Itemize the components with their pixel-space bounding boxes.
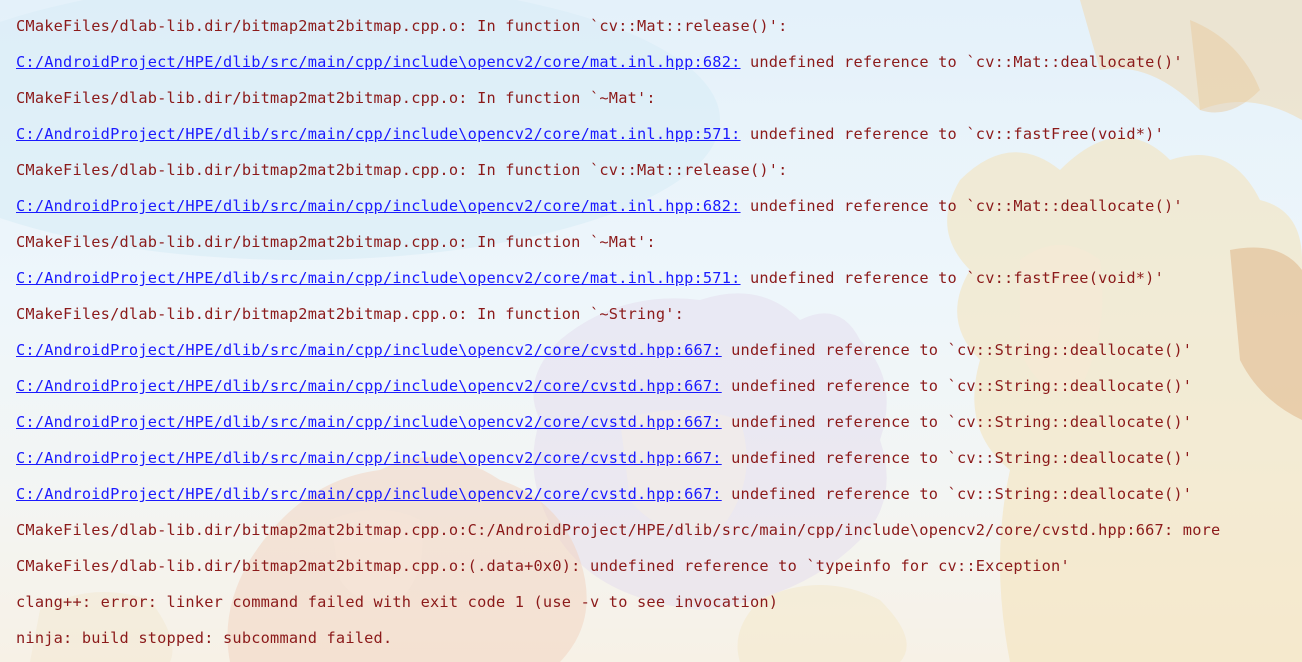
source-location-link[interactable]: C:/AndroidProject/HPE/dlib/src/main/cpp/… [16, 125, 741, 143]
error-message: undefined reference to `cv::String::deal… [721, 413, 1193, 431]
build-output-console: CMakeFiles/dlab-lib.dir/bitmap2mat2bitma… [16, 8, 1298, 656]
error-message: undefined reference to `cv::Mat::dealloc… [740, 53, 1183, 71]
output-text: CMakeFiles/dlab-lib.dir/bitmap2mat2bitma… [16, 17, 788, 35]
console-line: CMakeFiles/dlab-lib.dir/bitmap2mat2bitma… [16, 152, 1298, 188]
source-location-link[interactable]: C:/AndroidProject/HPE/dlib/src/main/cpp/… [16, 197, 741, 215]
source-location-link[interactable]: C:/AndroidProject/HPE/dlib/src/main/cpp/… [16, 449, 722, 467]
console-line: C:/AndroidProject/HPE/dlib/src/main/cpp/… [16, 440, 1298, 476]
error-message: undefined reference to `cv::String::deal… [721, 341, 1193, 359]
source-location-link[interactable]: C:/AndroidProject/HPE/dlib/src/main/cpp/… [16, 377, 722, 395]
console-line: ninja: build stopped: subcommand failed. [16, 620, 1298, 656]
error-message: undefined reference to `cv::String::deal… [721, 377, 1193, 395]
console-line: C:/AndroidProject/HPE/dlib/src/main/cpp/… [16, 476, 1298, 512]
console-line: CMakeFiles/dlab-lib.dir/bitmap2mat2bitma… [16, 296, 1298, 332]
output-text: ninja: build stopped: subcommand failed. [16, 629, 393, 647]
console-line: CMakeFiles/dlab-lib.dir/bitmap2mat2bitma… [16, 548, 1298, 584]
console-line: C:/AndroidProject/HPE/dlib/src/main/cpp/… [16, 116, 1298, 152]
error-message: undefined reference to `cv::Mat::dealloc… [740, 197, 1183, 215]
console-line: clang++: error: linker command failed wi… [16, 584, 1298, 620]
console-line: CMakeFiles/dlab-lib.dir/bitmap2mat2bitma… [16, 224, 1298, 260]
source-location-link[interactable]: C:/AndroidProject/HPE/dlib/src/main/cpp/… [16, 485, 722, 503]
output-text: CMakeFiles/dlab-lib.dir/bitmap2mat2bitma… [16, 557, 1070, 575]
output-text: CMakeFiles/dlab-lib.dir/bitmap2mat2bitma… [16, 161, 788, 179]
output-text: CMakeFiles/dlab-lib.dir/bitmap2mat2bitma… [16, 233, 656, 251]
console-line: CMakeFiles/dlab-lib.dir/bitmap2mat2bitma… [16, 512, 1298, 548]
console-line: CMakeFiles/dlab-lib.dir/bitmap2mat2bitma… [16, 80, 1298, 116]
source-location-link[interactable]: C:/AndroidProject/HPE/dlib/src/main/cpp/… [16, 269, 741, 287]
console-line: C:/AndroidProject/HPE/dlib/src/main/cpp/… [16, 188, 1298, 224]
console-line: CMakeFiles/dlab-lib.dir/bitmap2mat2bitma… [16, 8, 1298, 44]
output-text: CMakeFiles/dlab-lib.dir/bitmap2mat2bitma… [16, 89, 656, 107]
error-message: undefined reference to `cv::fastFree(voi… [740, 269, 1164, 287]
source-location-link[interactable]: C:/AndroidProject/HPE/dlib/src/main/cpp/… [16, 53, 741, 71]
console-line: C:/AndroidProject/HPE/dlib/src/main/cpp/… [16, 404, 1298, 440]
output-text: CMakeFiles/dlab-lib.dir/bitmap2mat2bitma… [16, 521, 1221, 539]
output-text: CMakeFiles/dlab-lib.dir/bitmap2mat2bitma… [16, 305, 685, 323]
console-line: C:/AndroidProject/HPE/dlib/src/main/cpp/… [16, 44, 1298, 80]
error-message: undefined reference to `cv::String::deal… [721, 449, 1193, 467]
console-line: C:/AndroidProject/HPE/dlib/src/main/cpp/… [16, 260, 1298, 296]
output-text: clang++: error: linker command failed wi… [16, 593, 779, 611]
source-location-link[interactable]: C:/AndroidProject/HPE/dlib/src/main/cpp/… [16, 341, 722, 359]
source-location-link[interactable]: C:/AndroidProject/HPE/dlib/src/main/cpp/… [16, 413, 722, 431]
console-line: C:/AndroidProject/HPE/dlib/src/main/cpp/… [16, 332, 1298, 368]
error-message: undefined reference to `cv::String::deal… [721, 485, 1193, 503]
error-message: undefined reference to `cv::fastFree(voi… [740, 125, 1164, 143]
console-line: C:/AndroidProject/HPE/dlib/src/main/cpp/… [16, 368, 1298, 404]
